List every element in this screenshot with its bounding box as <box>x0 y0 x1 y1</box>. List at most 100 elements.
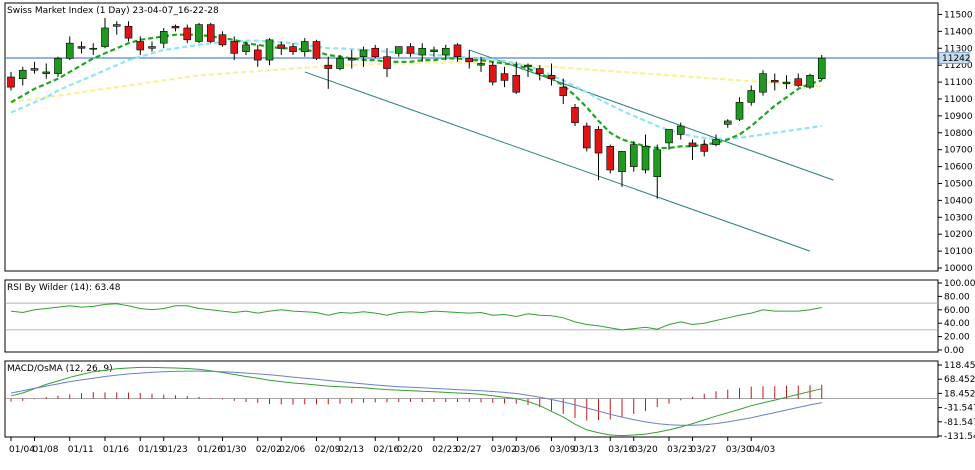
candle-down <box>406 46 415 54</box>
macd-axis: 118.4527 68.4527 18.4527 -31.5472 -81.5472 -1… <box>938 361 975 442</box>
candle-up <box>359 49 368 58</box>
x-tick-label: 03/13 <box>573 445 599 455</box>
candle-down <box>253 49 262 61</box>
x-tick-label: 03/20 <box>632 445 658 455</box>
candle-up <box>817 57 826 79</box>
candle-down <box>606 145 615 171</box>
candle-down <box>324 64 333 69</box>
candle-up <box>42 71 51 74</box>
x-tick-label: 02/20 <box>397 445 423 455</box>
x-tick-label: 01/30 <box>221 445 247 455</box>
candle-up <box>782 81 791 85</box>
macd-tick-label: 18.4527 <box>944 389 975 399</box>
candle-up <box>112 24 121 27</box>
candle-up <box>89 47 98 50</box>
x-tick-label: 01/16 <box>103 445 129 455</box>
candle-down <box>289 46 297 52</box>
rsi-tick-label: 0.00 <box>944 346 964 356</box>
candle-up <box>54 58 62 74</box>
x-tick-label: 04/03 <box>749 445 775 455</box>
x-tick-label: 01/23 <box>162 445 188 455</box>
candle-down <box>312 41 321 59</box>
candle-down <box>206 24 215 42</box>
x-tick-label: 01/11 <box>68 445 94 455</box>
x-tick-label: 01/26 <box>197 445 223 455</box>
candle-up <box>18 69 27 79</box>
candle-down <box>594 129 603 154</box>
x-tick-label: 02/06 <box>279 445 305 455</box>
x-tick-label: 01/19 <box>138 445 164 455</box>
price-tick-label: 11500 <box>944 10 973 20</box>
price-tick-label: 11000 <box>944 95 973 105</box>
candle-down <box>136 41 145 51</box>
candle-up <box>418 47 427 56</box>
candle-down <box>582 125 591 149</box>
x-tick-label: 02/02 <box>256 445 282 455</box>
x-axis: 01/0401/08 01/11 01/16 01/1901/23 01/2601/30… <box>9 437 775 455</box>
macd-tick-label: -81.5472 <box>944 418 975 428</box>
price-axis: 10000 10100 10200 10300 10400 10500 10600 10700… <box>938 10 973 274</box>
price-chart-title: Swiss Market Index (1 Day) 23-04-07_16-2… <box>7 6 219 16</box>
candle-up <box>665 129 673 144</box>
candle-up <box>148 46 156 49</box>
rsi-tick-label: 80.00 <box>944 292 970 302</box>
x-tick-label: 02/27 <box>456 445 482 455</box>
candle-up <box>242 44 250 52</box>
x-tick-label: 03/23 <box>667 445 693 455</box>
price-tick-label: 11400 <box>944 27 973 37</box>
candle-down <box>688 142 697 147</box>
candle-up <box>347 58 356 61</box>
chart-canvas: Swiss Market Index (1 Day) 23-04-07_16-2… <box>4 2 975 455</box>
candle-up <box>441 47 450 56</box>
price-tick-label: 10700 <box>944 146 973 156</box>
candle-up <box>653 149 662 178</box>
candle-up <box>747 90 756 103</box>
x-tick-label: 03/30 <box>726 445 752 455</box>
x-tick-label: 02/09 <box>315 445 341 455</box>
candle-up <box>524 64 532 68</box>
candle-down <box>277 44 286 49</box>
candle-down <box>383 56 391 69</box>
candle-down <box>547 75 556 79</box>
rsi-tick-label: 20.00 <box>944 333 970 343</box>
candle-down <box>124 25 133 39</box>
x-tick-label: 03/02 <box>491 445 517 455</box>
candle-down <box>500 73 509 81</box>
macd-tick-label: -31.5472 <box>944 404 975 414</box>
price-tick-label: 10400 <box>944 196 973 206</box>
candle-up <box>265 39 274 61</box>
candle-up <box>300 41 309 52</box>
macd-tick-label: 118.4527 <box>944 361 975 371</box>
rsi-panel-frame <box>4 279 939 353</box>
macd-title: MACD/OsMA (12, 26, 9) <box>7 364 113 374</box>
price-panel-frame <box>4 2 939 272</box>
candle-down <box>77 46 86 49</box>
rsi-tick-label: 60.00 <box>944 306 970 316</box>
candle-down <box>218 34 227 46</box>
rsi-title: RSI By Wilder (14): 63.48 <box>7 283 121 293</box>
candle-down <box>453 44 462 58</box>
x-tick-label: 02/23 <box>432 445 458 455</box>
candle-up <box>394 46 403 54</box>
candle-down <box>171 25 180 29</box>
candle-up <box>712 139 720 145</box>
x-tick-label: 03/06 <box>514 445 540 455</box>
candle-up <box>641 145 650 171</box>
candle-up <box>676 125 685 135</box>
candle-up <box>723 120 732 125</box>
price-tick-label: 10100 <box>944 247 973 257</box>
price-tick-label: 10000 <box>944 264 973 274</box>
candle-up <box>336 58 344 69</box>
candle-up <box>629 144 638 167</box>
candle-down <box>230 41 239 54</box>
candle-down <box>571 107 579 123</box>
price-tick-label: 10900 <box>944 112 973 122</box>
candle-up <box>806 75 814 88</box>
macd-tick-label: -131.547 <box>944 432 975 442</box>
macd-tick-label: 68.4527 <box>944 375 975 385</box>
current-price-label: 11242 <box>942 54 971 64</box>
candle-down <box>7 76 15 88</box>
price-tick-label: 10500 <box>944 179 973 189</box>
candle-down <box>700 144 709 152</box>
price-tick-label: 10200 <box>944 230 973 240</box>
